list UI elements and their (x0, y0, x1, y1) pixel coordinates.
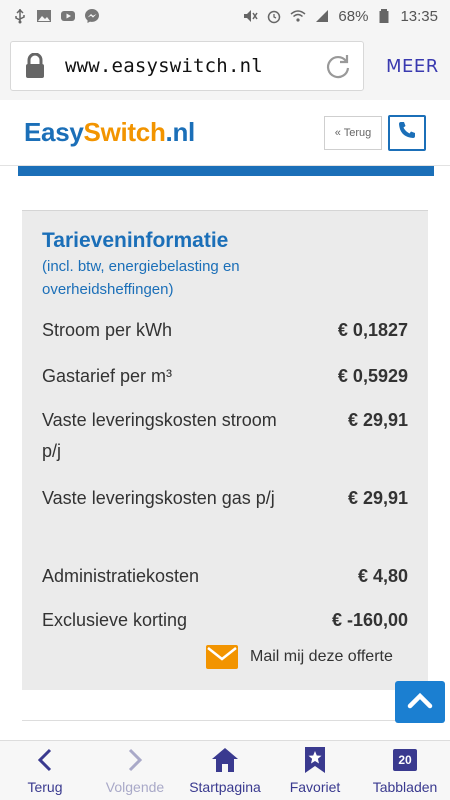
lock-icon (21, 52, 49, 80)
nav-home-label: Startpagina (189, 779, 261, 795)
alarm-icon (266, 8, 282, 24)
youtube-icon (60, 8, 76, 24)
tariff-row: Vaste leveringskosten gas p/j € 29,91 (42, 483, 408, 561)
nav-bookmark[interactable]: Favoriet (270, 741, 360, 800)
nav-bookmark-label: Favoriet (289, 779, 341, 795)
divider (22, 720, 428, 721)
battery-percentage: 68% (338, 7, 369, 25)
tariff-row: Exclusieve korting € -160,00 (42, 605, 408, 649)
home-icon (211, 745, 239, 775)
address-bar[interactable]: www.easyswitch.nl (10, 41, 364, 91)
mail-offer-link[interactable]: Mail mij deze offerte (206, 645, 393, 669)
logo-easy: Easy (24, 117, 84, 147)
signal-icon (314, 8, 330, 24)
tariff-row: Vaste leveringskosten stroom p/j € 29,91 (42, 405, 408, 483)
tariff-value: € 0,1827 (337, 320, 408, 340)
scroll-to-top-button[interactable] (395, 681, 445, 723)
nav-forward-label: Volgende (105, 779, 165, 795)
tariff-label: Vaste leveringskosten stroom p/j (42, 410, 277, 461)
messenger-icon (84, 8, 100, 24)
site-header: EasySwitch.nl « Terug (0, 100, 450, 166)
tariff-label: Administratiekosten (42, 566, 200, 586)
status-bar-notifications (12, 8, 100, 24)
usb-icon (12, 8, 28, 24)
tariff-label: Exclusieve korting (42, 610, 188, 630)
clock: 13:35 (400, 7, 438, 25)
phone-button[interactable] (388, 114, 426, 151)
tab-count: 20 (393, 749, 417, 771)
battery-icon (376, 8, 392, 24)
nav-tabs-label: Tabbladen (372, 779, 438, 795)
more-menu-button[interactable]: MEER (386, 56, 439, 77)
status-bar-system: 68% 13:35 (242, 8, 438, 25)
mail-offer-label: Mail mij deze offerte (250, 648, 393, 665)
envelope-icon (206, 645, 238, 669)
tariff-label: Vaste leveringskosten gas p/j (42, 488, 275, 508)
nav-home[interactable]: Startpagina (180, 741, 270, 800)
phone-icon (397, 120, 417, 145)
status-bar: 68% 13:35 (0, 0, 450, 32)
back-button[interactable]: « Terug (324, 115, 382, 150)
nav-tabs[interactable]: 20 Tabbladen (360, 741, 450, 800)
tariff-value: € 29,91 (347, 488, 408, 508)
image-icon (36, 8, 52, 24)
logo-switch: Switch (83, 117, 166, 147)
browser-bottom-nav: Terug Volgende Startpagina Favoriet 20 T… (0, 740, 450, 800)
nav-forward[interactable]: Volgende (90, 741, 180, 800)
card-subtitle: (incl. btw, energiebelasting en overheid… (42, 258, 240, 298)
chevron-right-icon (126, 745, 144, 775)
logo-nl: .nl (165, 117, 196, 147)
mute-icon (242, 8, 259, 24)
tariff-label: Gastarief per m³ (42, 366, 173, 386)
bookmark-star-icon (304, 745, 326, 775)
card-title: Tarieveninformatie (42, 229, 229, 252)
tariff-list: Stroom per kWh € 0,1827 Gastarief per m³… (42, 315, 408, 649)
site-logo[interactable]: EasySwitch.nl (24, 117, 324, 148)
tariff-info-card: Tarieveninformatie (incl. btw, energiebe… (22, 210, 428, 690)
tariff-row: Administratiekosten € 4,80 (42, 561, 408, 605)
tariff-value: € 4,80 (357, 566, 408, 586)
tariff-row: Stroom per kWh € 0,1827 (42, 315, 408, 361)
tariff-value: € 0,5929 (337, 366, 408, 386)
chevron-up-icon (407, 691, 433, 714)
tariff-label: Stroom per kWh (42, 320, 173, 340)
nav-back-label: Terug (27, 779, 63, 795)
reload-icon[interactable] (323, 51, 353, 81)
tariff-value: € -160,00 (331, 610, 408, 630)
chevron-left-icon (36, 745, 54, 775)
wifi-icon (290, 8, 306, 24)
tariff-row: Gastarief per m³ € 0,5929 (42, 361, 408, 405)
blue-accent-bar (18, 166, 434, 176)
tariff-value: € 29,91 (347, 410, 408, 430)
url-text[interactable]: www.easyswitch.nl (65, 55, 323, 77)
page-content: Tarieveninformatie (incl. btw, energiebe… (0, 166, 450, 740)
browser-toolbar: www.easyswitch.nl MEER (0, 32, 450, 100)
nav-back[interactable]: Terug (0, 741, 90, 800)
tabs-icon: 20 (393, 745, 417, 775)
